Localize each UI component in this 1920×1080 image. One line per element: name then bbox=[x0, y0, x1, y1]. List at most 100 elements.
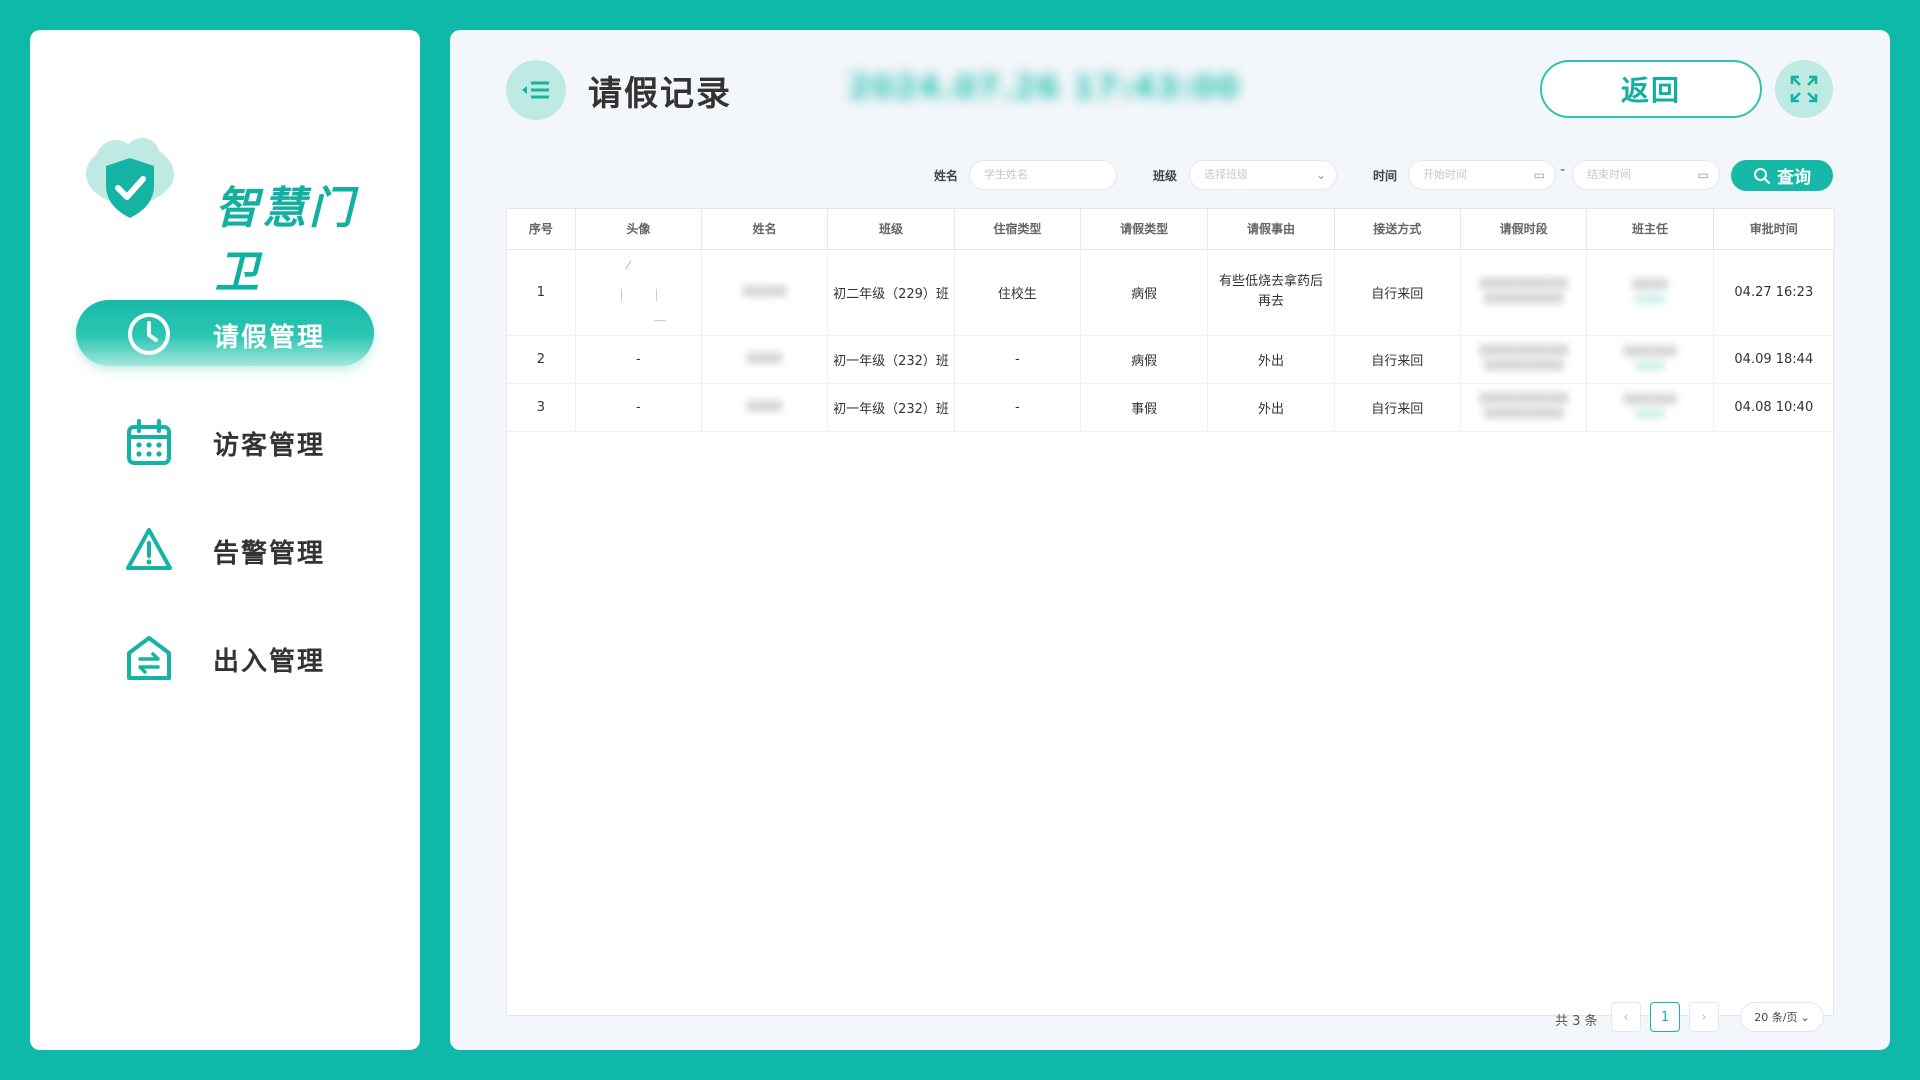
column-header: 班主任 bbox=[1586, 209, 1714, 250]
cell-period: XXXXXXXXXX XXXXXXXXX bbox=[1460, 383, 1588, 432]
brand-name: 智慧门卫 bbox=[215, 183, 356, 298]
column-header: 请假类型 bbox=[1080, 209, 1209, 250]
column-header: 接送方式 bbox=[1334, 209, 1461, 250]
cell-leave-type: 病假 bbox=[1080, 335, 1209, 384]
column-header: 请假事由 bbox=[1207, 209, 1335, 250]
calendar-small-icon: ▭ bbox=[1533, 168, 1545, 182]
table-row[interactable]: 2 - XXXX 初一年级（232）班 - 病假 外出 自行来回 XXXXXXX… bbox=[507, 335, 1836, 384]
cell-lodging: - bbox=[954, 383, 1081, 432]
cell-index: 1 bbox=[507, 249, 576, 336]
chevron-down-icon: ⌄ bbox=[1315, 168, 1326, 182]
start-time-input[interactable]: 开始时间 ▭ bbox=[1408, 160, 1556, 190]
page-number-button[interactable]: 1 bbox=[1650, 1002, 1680, 1032]
leave-period: XXXXXXXXXX XXXXXXXXX bbox=[1479, 392, 1569, 422]
date-range-separator: - bbox=[1560, 162, 1566, 178]
cell-reason: 外出 bbox=[1207, 383, 1335, 432]
next-page-button[interactable]: › bbox=[1689, 1002, 1719, 1032]
sidebar-item-label: 告警管理 bbox=[213, 539, 326, 569]
student-name: XXXX bbox=[746, 399, 783, 415]
column-header: 姓名 bbox=[701, 209, 829, 250]
calendar-icon bbox=[127, 419, 171, 465]
sidebar-item-label: 请假管理 bbox=[213, 323, 326, 353]
clock-icon bbox=[128, 313, 170, 355]
column-header: 审批时间 bbox=[1713, 209, 1836, 250]
cell-period: XXXXXXXXXX XXXXXXXXX bbox=[1460, 249, 1588, 336]
menu-collapse-icon bbox=[522, 81, 549, 99]
broken-image-icon: ⁄ bbox=[599, 259, 677, 321]
table-row[interactable]: 1 ⁄ XXXXX 初二年级（229）班 住校生 病假 有些低烧去拿药后再去 自… bbox=[507, 249, 1836, 336]
cell-leave-type: 事假 bbox=[1080, 383, 1209, 432]
cell-approved-time: 04.27 16:23 bbox=[1713, 249, 1836, 336]
fullscreen-button[interactable] bbox=[1775, 60, 1833, 118]
cell-name: XXXX bbox=[701, 335, 829, 384]
cell-teacher: XXXXXX XXXX bbox=[1586, 335, 1714, 384]
pagination-total: 共 3 条 bbox=[1555, 1014, 1598, 1029]
teacher-name: XXXXXX bbox=[1623, 345, 1677, 360]
page-title: 请假记录 bbox=[588, 74, 732, 114]
table-row[interactable]: 3 - XXXX 初一年级（232）班 - 事假 外出 自行来回 XXXXXXX… bbox=[507, 383, 1836, 432]
sidebar: 智慧门卫 请假管理 访客管理 告警管理 出入管理 bbox=[30, 30, 420, 1050]
leave-records-table: 序号 头像 姓名 班级 住宿类型 请假类型 请假事由 接送方式 请假时段 班主任… bbox=[506, 208, 1836, 1016]
cell-approved-time: 04.09 18:44 bbox=[1713, 335, 1836, 384]
page-size-select[interactable]: 20 条/页 ⌄ bbox=[1740, 1002, 1824, 1032]
cell-lodging: 住校生 bbox=[954, 249, 1081, 336]
name-filter-input[interactable]: 学生姓名 bbox=[969, 160, 1117, 190]
sidebar-item-visitor[interactable]: 访客管理 bbox=[76, 408, 374, 474]
sidebar-item-access[interactable]: 出入管理 bbox=[76, 624, 374, 690]
query-button-label: 查询 bbox=[1777, 168, 1811, 188]
warning-icon bbox=[126, 528, 172, 570]
start-time-placeholder: 开始时间 bbox=[1423, 168, 1467, 181]
column-header: 班级 bbox=[827, 209, 955, 250]
shield-cloud-icon bbox=[86, 138, 174, 218]
class-filter-select[interactable]: 选择班级 ⌄ bbox=[1189, 160, 1337, 190]
cell-teacher: XXXXXX XXXX bbox=[1586, 383, 1714, 432]
cell-name: XXXXX bbox=[701, 249, 829, 336]
menu-toggle-button[interactable] bbox=[506, 60, 566, 120]
main-panel: 请假记录 2024.07.26 17:43:00 返回 姓名 学生姓名 班级 选… bbox=[450, 30, 1890, 1050]
expand-icon bbox=[1790, 75, 1818, 103]
query-button[interactable]: 查询 bbox=[1731, 160, 1833, 191]
cell-reason: 外出 bbox=[1207, 335, 1335, 384]
column-header: 请假时段 bbox=[1460, 209, 1588, 250]
class-filter-placeholder: 选择班级 bbox=[1204, 168, 1248, 181]
cell-name: XXXX bbox=[701, 383, 829, 432]
cell-pickup: 自行来回 bbox=[1334, 383, 1461, 432]
cell-pickup: 自行来回 bbox=[1334, 335, 1461, 384]
teacher-name: XXXX bbox=[1632, 278, 1668, 293]
cell-class: 初一年级（232）班 bbox=[827, 383, 955, 432]
teacher-name: XXXXXX bbox=[1623, 393, 1677, 408]
chevron-down-icon: ⌄ bbox=[1800, 1010, 1810, 1024]
cell-reason: 有些低烧去拿药后再去 bbox=[1207, 249, 1335, 336]
end-time-input[interactable]: 结束时间 ▭ bbox=[1572, 160, 1720, 190]
cell-pickup: 自行来回 bbox=[1334, 249, 1461, 336]
back-button[interactable]: 返回 bbox=[1540, 60, 1762, 118]
teacher-contact: XXXX bbox=[1634, 293, 1666, 306]
sidebar-item-label: 出入管理 bbox=[213, 647, 326, 677]
teacher-contact: XXXX bbox=[1634, 408, 1666, 421]
cell-class: 初一年级（232）班 bbox=[827, 335, 955, 384]
current-datetime: 2024.07.26 17:43:00 bbox=[848, 68, 1240, 106]
cell-avatar: ⁄ bbox=[575, 249, 703, 336]
cell-leave-type: 病假 bbox=[1080, 249, 1209, 336]
leave-period: XXXXXXXXXX XXXXXXXXX bbox=[1479, 277, 1569, 307]
cell-avatar: - bbox=[575, 383, 703, 432]
sidebar-item-label: 访客管理 bbox=[213, 431, 326, 461]
student-name: XXXX bbox=[746, 351, 783, 367]
cell-index: 2 bbox=[507, 335, 576, 384]
cell-avatar: - bbox=[575, 335, 703, 384]
sidebar-item-alarm[interactable]: 告警管理 bbox=[76, 516, 374, 582]
prev-page-button[interactable]: ‹ bbox=[1611, 1002, 1641, 1032]
column-header: 住宿类型 bbox=[954, 209, 1081, 250]
column-header: 头像 bbox=[575, 209, 703, 250]
sidebar-item-leave[interactable]: 请假管理 bbox=[76, 300, 374, 366]
name-filter-label: 姓名 bbox=[934, 169, 959, 183]
column-header: 序号 bbox=[507, 209, 576, 250]
cell-teacher: XXXX XXXX bbox=[1586, 249, 1714, 336]
time-filter-label: 时间 bbox=[1373, 169, 1398, 183]
home-exchange-icon bbox=[127, 636, 171, 680]
student-name: XXXXX bbox=[742, 284, 787, 300]
leave-period: XXXXXXXXXX XXXXXXXXX bbox=[1479, 344, 1569, 374]
cell-approved-time: 04.08 10:40 bbox=[1713, 383, 1836, 432]
search-icon bbox=[1754, 167, 1770, 184]
cell-period: XXXXXXXXXX XXXXXXXXX bbox=[1460, 335, 1588, 384]
